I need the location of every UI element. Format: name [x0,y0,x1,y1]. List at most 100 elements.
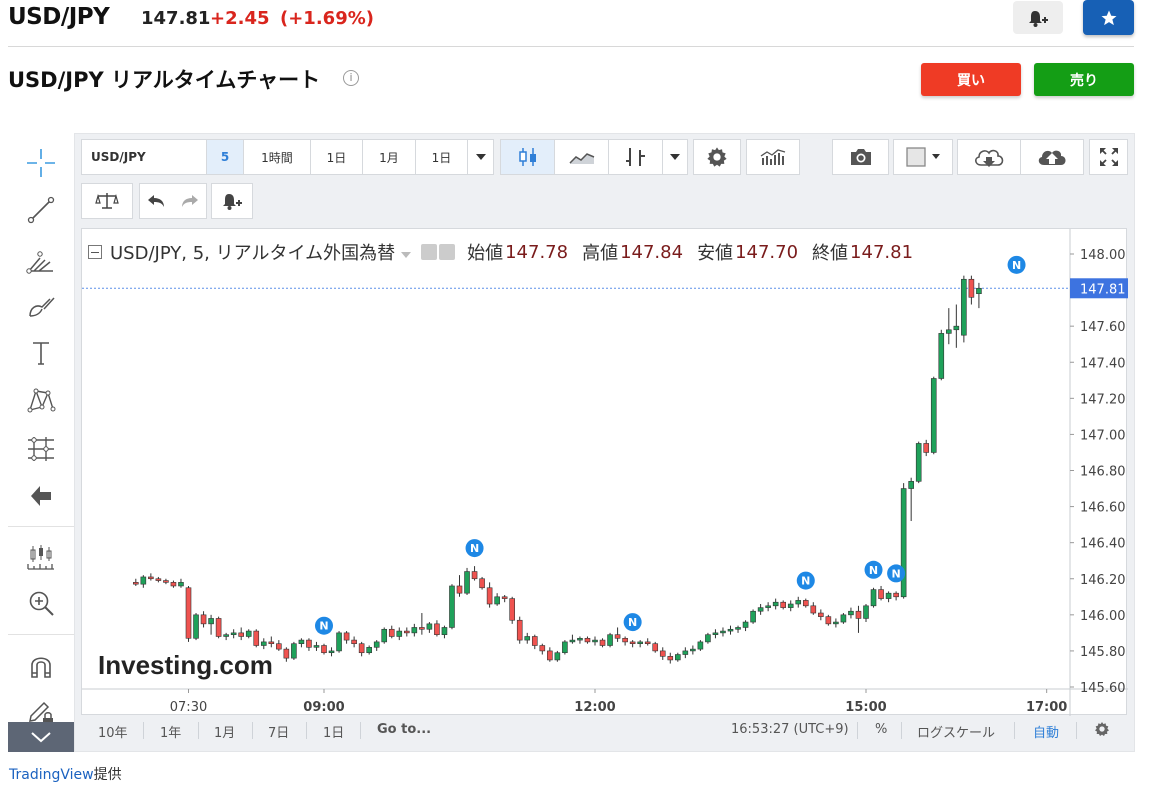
settings-button[interactable] [693,139,741,175]
goto-date-button[interactable]: Go to... [377,722,431,737]
auto-scale-button[interactable]: 自動 [1033,722,1059,741]
candle-body [193,614,199,639]
interval-5-button[interactable]: 5 [206,139,244,175]
drawing-toolbar [8,136,74,752]
save-layout-button[interactable] [1020,139,1084,175]
tradingview-link[interactable]: TradingView [9,767,94,783]
candle-body [208,618,214,625]
compare-button[interactable] [746,139,800,175]
candle-body [637,641,643,645]
color-picker-button[interactable] [893,139,953,175]
candle-body [419,627,425,630]
chart-settings-button[interactable] [1094,721,1110,741]
indicators-button[interactable] [608,139,663,175]
crosshair-icon [27,149,55,177]
text-tool[interactable] [24,336,58,370]
tradingview-credit[interactable]: TradingView提供 [9,764,122,784]
candle-body [750,610,756,623]
candle-body [787,603,794,608]
header-divider [8,46,1134,47]
timeframe-1day-button[interactable]: 1日 [310,139,363,175]
candle-body [953,325,960,331]
indicator-bars-icon [625,148,645,166]
load-layout-button[interactable] [957,139,1021,175]
candle-body [509,598,515,621]
price-chart[interactable]: 148.00147.80147.60147.40147.20147.00146.… [82,229,1128,716]
forecast-tool[interactable] [24,432,58,466]
low-label: 安値 [697,243,734,264]
chart-alert-button[interactable] [211,183,253,219]
current-price: 147.81 [141,8,211,29]
clock-timezone[interactable]: 16:53:27 (UTC+9) [731,722,849,737]
price-tick-label: 147.00 [1080,428,1126,443]
candle-body [140,576,147,585]
add-to-watchlist-button[interactable] [1083,0,1134,35]
collapse-toolbar-button[interactable] [8,722,74,752]
range-1y-button[interactable]: 1年 [160,722,181,741]
log-scale-button[interactable]: ログスケール [917,722,995,741]
low-value: 147.70 [735,241,799,263]
redo-icon[interactable] [178,193,200,209]
range-7d-button[interactable]: 7日 [268,722,289,741]
news-marker-label: N [1012,259,1021,272]
open-label: 始値 [467,243,504,264]
legend-dropdown-icon[interactable] [401,242,412,263]
candle-body [569,639,576,643]
candle-body [562,641,568,654]
timeframe-1day-alt-button[interactable]: 1日 [415,139,468,175]
fullscreen-button[interactable] [1089,139,1128,175]
fib-tool[interactable] [24,242,58,276]
timeframe-dropdown-button[interactable] [467,139,494,175]
zoom-tool[interactable] [24,586,58,620]
zoom-in-icon [29,591,54,616]
candle-body [539,645,546,652]
crosshair-tool[interactable] [24,146,58,180]
candle-body [629,641,636,645]
pattern-tool[interactable] [24,383,58,417]
chart-pane[interactable]: 148.00147.80147.60147.40147.20147.00146.… [81,228,1128,716]
candle-body [351,639,357,645]
percent-scale-button[interactable]: % [875,722,887,737]
bottom-divider [198,722,199,739]
scales-button[interactable] [81,183,133,219]
symbol-search-input[interactable]: USD/JPY [81,139,207,175]
candle-body [471,571,478,580]
remove-drawings-tool[interactable] [24,479,58,513]
range-1d-button[interactable]: 1日 [323,722,344,741]
symbol-title: USD/JPY [8,4,110,30]
candle-body [170,582,177,587]
candle-body [675,654,681,661]
range-10y-button[interactable]: 10年 [98,722,128,741]
area-chart-button[interactable] [554,139,609,175]
buy-button[interactable]: 買い [921,63,1021,96]
candle-body [456,585,463,594]
magnet-tool[interactable] [24,649,58,683]
indicators-dropdown-button[interactable] [662,139,688,175]
brush-tool[interactable] [24,289,58,323]
page-title: USD/JPY リアルタイムチャート [8,68,321,92]
collapse-legend-icon[interactable] [88,245,102,259]
snapshot-button[interactable] [832,139,889,175]
timeframe-1hour-button[interactable]: 1時間 [243,139,311,175]
bottom-divider [360,722,361,739]
measure-tool[interactable] [24,540,58,574]
candle-body [238,632,244,637]
news-marker-label: N [801,575,810,588]
candles-chart-button[interactable] [500,139,555,175]
close-label: 終値 [812,243,849,264]
toolbar-symbol: USD/JPY [91,150,146,164]
candle-body [396,630,403,637]
timeframe-1month-button[interactable]: 1月 [362,139,416,175]
star-icon [1101,10,1116,25]
sell-button[interactable]: 売り [1034,63,1134,96]
legend-settings-icon[interactable] [421,244,438,260]
add-alert-button[interactable] [1013,1,1063,34]
legend-close-icon[interactable] [439,244,456,260]
undo-icon[interactable] [146,193,168,209]
candle-body [705,634,711,643]
trend-line-tool[interactable] [24,193,58,227]
info-icon[interactable]: i [343,70,359,86]
range-1m-button[interactable]: 1月 [214,722,235,741]
candle-body [245,630,252,637]
legend-title: USD/JPY, 5, リアルタイム外国為替 [110,243,396,264]
